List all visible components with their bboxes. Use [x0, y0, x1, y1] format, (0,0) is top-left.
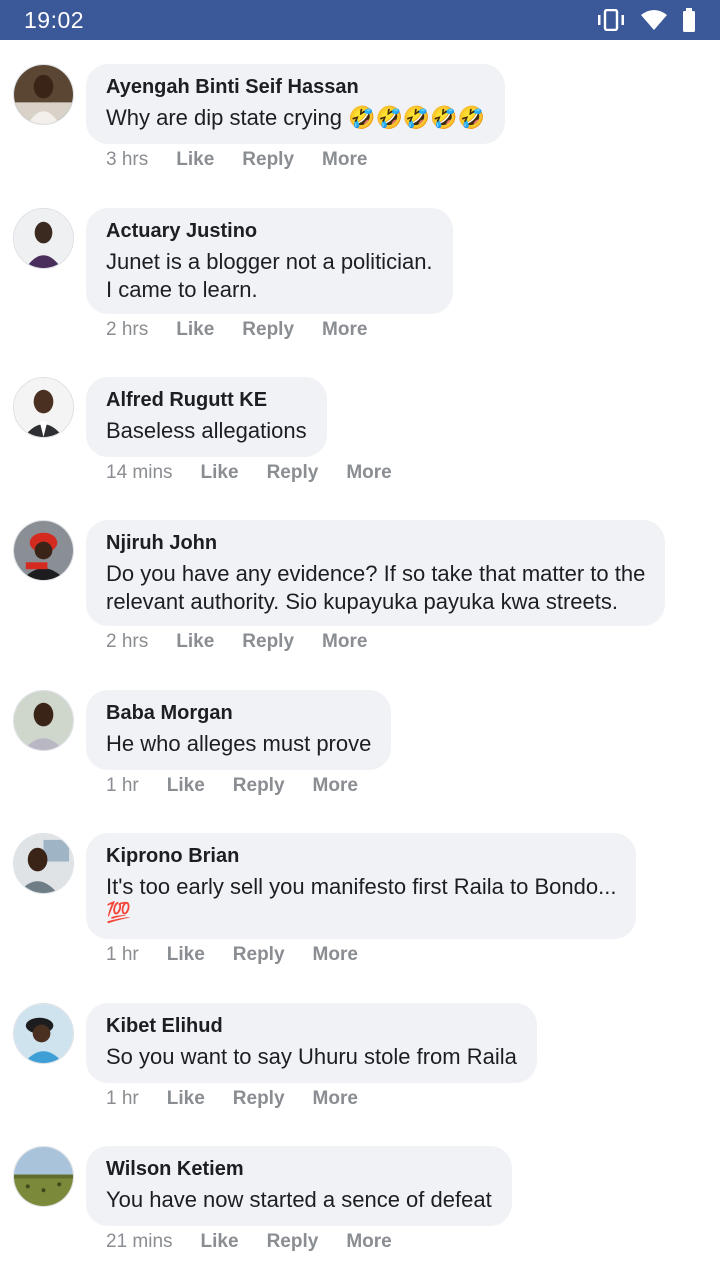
reply-button[interactable]: Reply [242, 631, 294, 653]
avatar[interactable] [13, 833, 74, 894]
comment-actions: 2 hrs Like Reply More [106, 319, 395, 341]
comment-author[interactable]: Wilson Ketiem [106, 1156, 492, 1182]
avatar[interactable] [13, 520, 74, 581]
comment-timestamp: 1 hr [106, 775, 139, 796]
more-button[interactable]: More [313, 775, 358, 797]
like-button[interactable]: Like [167, 775, 205, 797]
comment-text-line: 💯 [106, 902, 131, 924]
comment-timestamp: 1 hr [106, 944, 139, 965]
comment-text: Junet is a blogger not a politician. I c… [106, 248, 433, 304]
comment-text-line: Do you have any evidence? If so take tha… [106, 561, 646, 586]
more-button[interactable]: More [322, 631, 367, 653]
status-icons [596, 8, 696, 32]
reply-button[interactable]: Reply [267, 462, 319, 484]
comment-actions: 14 mins Like Reply More [106, 462, 420, 484]
comment-text-line: Junet is a blogger not a politician. [106, 249, 433, 274]
comment-timestamp: 3 hrs [106, 149, 149, 170]
like-button[interactable]: Like [176, 319, 214, 341]
like-button[interactable]: Like [201, 462, 239, 484]
comment-actions: 1 hr Like Reply More [106, 1088, 386, 1110]
comment-author[interactable]: Njiruh John [106, 530, 645, 556]
comment-timestamp: 1 hr [106, 1088, 139, 1109]
more-button[interactable]: More [346, 462, 391, 484]
comment-timestamp: 2 hrs [106, 631, 149, 652]
comment-text-line: relevant authority. Sio kupayuka payuka … [106, 589, 618, 614]
avatar[interactable] [13, 1003, 74, 1064]
reply-button[interactable]: Reply [242, 319, 294, 341]
comment-bubble[interactable]: Actuary Justino Junet is a blogger not a… [86, 208, 453, 314]
comment-text-line: I came to learn. [106, 277, 258, 302]
battery-icon [682, 8, 696, 32]
comment-bubble[interactable]: Kiprono Brian It's too early sell you ma… [86, 833, 637, 939]
comment-author[interactable]: Alfred Rugutt KE [106, 387, 307, 413]
reply-button[interactable]: Reply [242, 149, 294, 171]
like-button[interactable]: Like [176, 631, 214, 653]
comment-author[interactable]: Ayengah Binti Seif Hassan [106, 74, 485, 100]
avatar[interactable] [13, 208, 74, 269]
comment-actions: 1 hr Like Reply More [106, 775, 386, 797]
wifi-icon [640, 9, 668, 31]
like-button[interactable]: Like [167, 944, 205, 966]
reply-button[interactable]: Reply [233, 1088, 285, 1110]
comment-text: You have now started a sence of defeat [106, 1187, 492, 1212]
comment-author[interactable]: Baba Morgan [106, 700, 371, 726]
comment-bubble[interactable]: Ayengah Binti Seif Hassan Why are dip st… [86, 64, 506, 144]
more-button[interactable]: More [322, 149, 367, 171]
reply-button[interactable]: Reply [233, 944, 285, 966]
comment-author[interactable]: Kibet Elihud [106, 1013, 517, 1039]
reply-button[interactable]: Reply [233, 775, 285, 797]
more-button[interactable]: More [322, 319, 367, 341]
comment-bubble[interactable]: Wilson Ketiem You have now started a sen… [86, 1146, 512, 1226]
comment-timestamp: 2 hrs [106, 319, 149, 340]
comment-bubble[interactable]: Alfred Rugutt KE Baseless allegations [86, 377, 327, 457]
like-button[interactable]: Like [176, 149, 214, 171]
comment-actions: 3 hrs Like Reply More [106, 149, 395, 171]
comment-text: Why are dip state crying 🤣🤣🤣🤣🤣 [106, 105, 486, 130]
comment-text: Do you have any evidence? If so take tha… [106, 560, 645, 616]
comment-bubble[interactable]: Baba Morgan He who alleges must prove [86, 690, 392, 770]
comment-actions: 21 mins Like Reply More [106, 1231, 420, 1253]
like-button[interactable]: Like [167, 1088, 205, 1110]
reply-button[interactable]: Reply [267, 1231, 319, 1253]
vibrate-icon [596, 9, 626, 31]
avatar[interactable] [13, 690, 74, 751]
like-button[interactable]: Like [201, 1231, 239, 1253]
comment-actions: 1 hr Like Reply More [106, 944, 386, 966]
comment-author[interactable]: Actuary Justino [106, 218, 433, 244]
comment-timestamp: 14 mins [106, 462, 173, 483]
comment-author[interactable]: Kiprono Brian [106, 843, 616, 869]
avatar[interactable] [13, 1146, 74, 1207]
more-button[interactable]: More [313, 944, 358, 966]
comment-text: He who alleges must prove [106, 731, 372, 756]
avatar[interactable] [13, 377, 74, 438]
status-time: 19:02 [24, 6, 85, 33]
more-button[interactable]: More [346, 1231, 391, 1253]
comment-text: So you want to say Uhuru stole from Rail… [106, 1044, 517, 1069]
comment-text: Baseless allegations [106, 418, 307, 443]
comment-timestamp: 21 mins [106, 1231, 173, 1252]
comment-bubble[interactable]: Kibet Elihud So you want to say Uhuru st… [86, 1003, 537, 1083]
more-button[interactable]: More [313, 1088, 358, 1110]
comment-text-line: It's too early sell you manifesto first … [106, 874, 617, 899]
status-bar: 19:02 [0, 0, 720, 40]
comment-text: It's too early sell you manifesto first … [106, 873, 616, 925]
comment-actions: 2 hrs Like Reply More [106, 631, 395, 653]
avatar[interactable] [13, 64, 74, 125]
comment-bubble[interactable]: Njiruh John Do you have any evidence? If… [86, 520, 666, 626]
